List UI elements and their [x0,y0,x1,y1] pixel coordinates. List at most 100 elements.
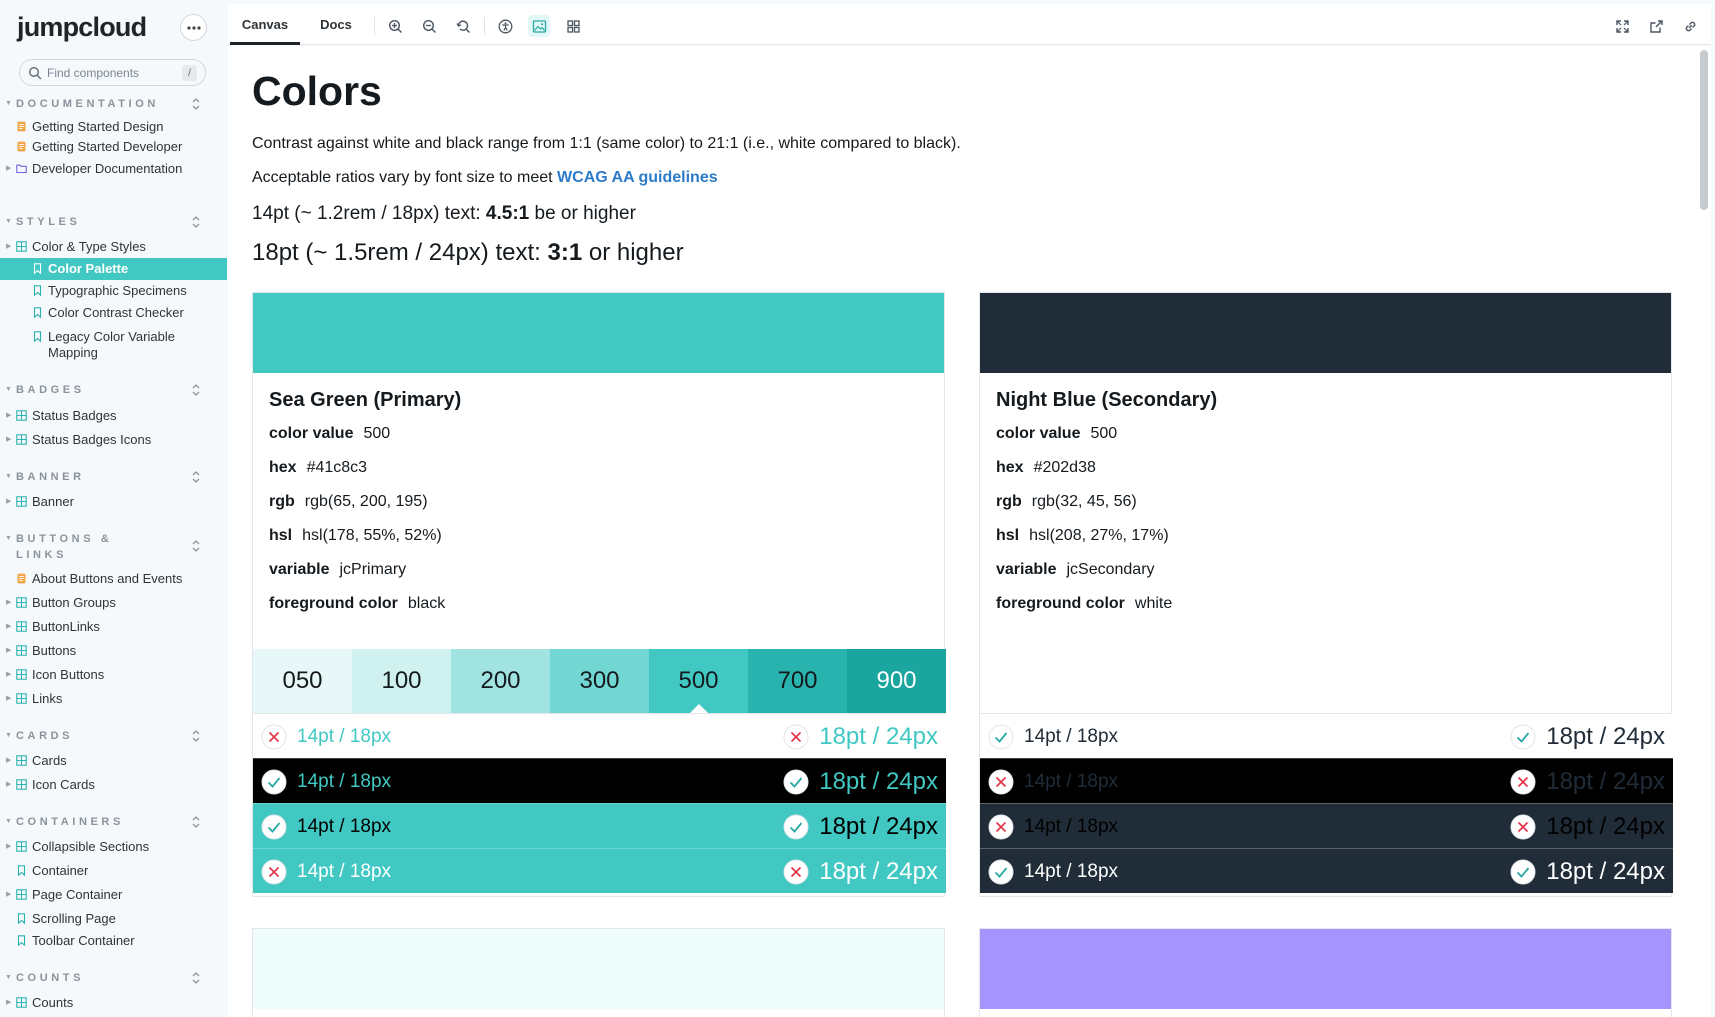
shade-300[interactable]: 300 [550,649,649,713]
section-title-text: BUTTONS & LINKS [16,533,113,561]
sidebar-item-color-palette[interactable]: Color Palette [0,258,227,280]
contrast-sample-small: 14pt / 18px [261,859,391,885]
sidebar-item-icon-cards[interactable]: ▶ Icon Cards [0,774,227,796]
contrast-sample-large: 18pt / 24px [1510,857,1665,887]
sample-text: 14pt / 18px [297,816,392,837]
shade-label: 900 [876,667,917,694]
search-input[interactable] [47,64,177,82]
zoom-in-button[interactable] [384,15,406,37]
sidebar-item-label: Links [32,691,63,706]
sidebar-item-typographic-specimens[interactable]: Typographic Specimens [0,280,227,302]
color-prop-value: color value 500 [996,425,1117,443]
sample-text: 14pt / 18px [1024,861,1119,882]
sidebar-item-about-buttons-and-events[interactable]: About Buttons and Events [0,568,227,590]
section-title-banner[interactable]: ▼ BANNER [5,469,128,485]
section-title-cards[interactable]: ▼ CARDS [5,728,128,744]
sidebar-item-status-badges[interactable]: ▶ Status Badges [0,405,227,427]
section-title-styles[interactable]: ▼ STYLES [5,214,128,230]
grid-button[interactable] [562,15,584,37]
sidebar-item-buttonlinks[interactable]: ▶ ButtonLinks [0,616,227,638]
color-prop-label: foreground color [996,595,1125,612]
sidebar-item-container[interactable]: Container [0,860,227,882]
section-title-containers[interactable]: ▼ CONTAINERS [5,814,128,830]
expand-collapse-icon[interactable] [190,971,202,985]
shade-100[interactable]: 100 [352,649,451,713]
component-icon [16,410,27,421]
document-icon [17,573,26,584]
expand-collapse-icon[interactable] [190,815,202,829]
zoom-reset-button[interactable] [452,15,474,37]
sidebar-item-color-and-type-styles[interactable]: ▶ Color & Type Styles [0,236,227,258]
sidebar-item-button-groups[interactable]: ▶ Button Groups [0,592,227,614]
zoom-out-button[interactable] [418,15,440,37]
sidebar-item-color-contrast-checker[interactable]: Color Contrast Checker [0,302,227,324]
shade-700[interactable]: 700 [748,649,847,713]
sidebar-item-getting-started-developer[interactable]: Getting Started Developer [0,136,227,158]
component-icon [16,669,27,680]
check-icon [783,769,809,795]
sidebar-item-banner[interactable]: ▶ Banner [0,491,227,513]
section-title-counts[interactable]: ▼ COUNTS [5,970,128,986]
tab-docs[interactable]: Docs [308,4,364,45]
scrollbar[interactable] [1697,46,1711,1017]
scrollbar-thumb[interactable] [1700,50,1708,210]
sidebar-item-status-badges-icons[interactable]: ▶ Status Badges Icons [0,429,227,451]
expand-collapse-icon[interactable] [190,470,202,484]
sidebar-item-scrolling-page[interactable]: Scrolling Page [0,908,227,930]
sidebar-item-toolbar-container[interactable]: Toolbar Container [0,930,227,952]
expand-collapse-icon[interactable] [190,215,202,229]
color-prop-value: hsl(178, 55%, 52%) [302,527,442,544]
color-prop-value: rgb(65, 200, 195) [304,493,428,510]
component-icon [16,997,27,1008]
x-icon [988,814,1014,840]
shade-200[interactable]: 200 [451,649,550,713]
sidebar-item-buttons[interactable]: ▶ Buttons [0,640,227,662]
component-icon [16,755,27,766]
section-title-buttons-and-links[interactable]: ▼ BUTTONS & LINKS [5,531,128,563]
contrast-sample-small: 14pt / 18px [261,724,391,750]
expand-collapse-icon[interactable] [190,97,202,111]
ellipsis-icon [186,25,201,30]
accessibility-button[interactable] [494,15,516,37]
sidebar-item-collapsible-sections[interactable]: ▶ Collapsible Sections [0,836,227,858]
shade-500[interactable]: 500 [649,649,748,714]
sidebar-item-label: Buttons [32,643,77,658]
sidebar-item-legacy-color-variable-mapping[interactable]: Legacy Color Variable Mapping [0,326,227,362]
tab-canvas[interactable]: Canvas [230,4,300,45]
color-prop-rgb: rgb rgb(65, 200, 195) [269,493,428,511]
contrast-row: 14pt / 18px 18pt / 24px [253,803,946,848]
sidebar-item-page-container[interactable]: ▶ Page Container [0,884,227,906]
shade-050[interactable]: 050 [253,649,352,713]
sidebar-item-developer-documentation[interactable]: ▶ Developer Documentation [0,158,227,180]
check-icon [988,859,1014,885]
section-title-documentation[interactable]: ▼ DOCUMENTATION [5,96,155,112]
sidebar-item-counts[interactable]: ▶ Counts [0,992,227,1014]
folder-icon [16,164,27,174]
wcag-guidelines-link[interactable]: WCAG AA guidelines [557,169,718,186]
caret-right-icon: ▶ [6,891,12,898]
search-box[interactable]: / [19,59,206,86]
open-new-tab-button[interactable] [1645,15,1667,37]
color-prop-foreground: foreground color black [269,595,445,613]
expand-collapse-icon[interactable] [190,729,202,743]
sidebar-item-cards[interactable]: ▶ Cards [0,750,227,772]
grid-icon [566,19,580,33]
shade-900[interactable]: 900 [847,649,946,713]
color-prop-value: #41c8c3 [306,459,368,476]
expand-collapse-icon[interactable] [190,383,202,397]
background-button[interactable] [528,15,550,37]
copy-link-button[interactable] [1679,15,1701,37]
large-text-rule: 18pt (~ 1.5rem / 24px) text: 3:1 or high… [252,239,684,267]
color-prop-value: jcSecondary [1066,561,1155,578]
more-menu-button[interactable] [180,14,207,41]
sidebar-item-getting-started-design[interactable]: Getting Started Design [0,116,227,138]
contrast-row: 14pt / 18px 18pt / 24px [253,713,946,758]
color-prop-label: color value [996,425,1081,442]
section-title-badges[interactable]: ▼ BADGES [5,382,128,398]
check-icon [1510,859,1536,885]
sidebar-item-links[interactable]: ▶ Links [0,688,227,710]
sidebar-item-icon-buttons[interactable]: ▶ Icon Buttons [0,664,227,686]
sample-text: 18pt / 24px [1546,858,1665,885]
expand-collapse-icon[interactable] [190,539,202,553]
fullscreen-button[interactable] [1611,15,1633,37]
